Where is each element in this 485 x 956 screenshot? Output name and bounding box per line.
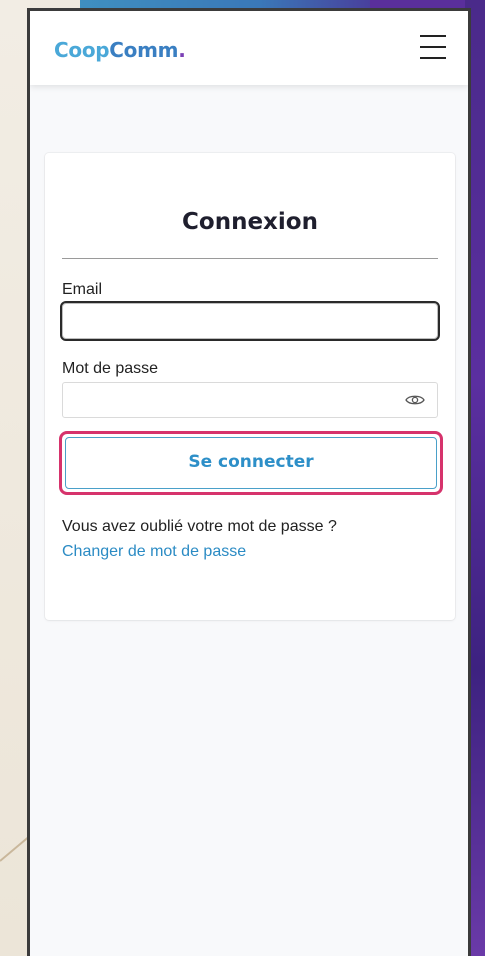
logo-text-comm: Comm	[109, 38, 179, 62]
password-field[interactable]	[62, 382, 438, 418]
email-field[interactable]	[60, 301, 440, 341]
logo-dot: .	[178, 38, 186, 62]
coopcomm-logo[interactable]: CoopComm.	[54, 38, 186, 62]
page-title: Connexion	[182, 209, 318, 235]
app-header: CoopComm.	[30, 11, 468, 85]
eye-icon[interactable]	[405, 392, 425, 408]
login-button-highlight: Se connecter	[59, 431, 443, 495]
email-label: Email	[62, 281, 103, 298]
hamburger-menu-icon[interactable]	[420, 35, 446, 59]
login-button[interactable]: Se connecter	[65, 437, 437, 489]
change-password-link[interactable]: Changer de mot de passe	[62, 543, 246, 561]
title-divider	[62, 258, 438, 259]
logo-text-coop: Coop	[54, 38, 110, 62]
background-left	[0, 0, 30, 956]
phone-screen: CoopComm. Connexion Email Mot de passe S…	[27, 8, 471, 956]
password-label: Mot de passe	[62, 360, 159, 377]
forgot-password-text: Vous avez oublié votre mot de passe ?	[62, 518, 337, 535]
login-card: Connexion Email Mot de passe Se connecte…	[45, 153, 455, 620]
